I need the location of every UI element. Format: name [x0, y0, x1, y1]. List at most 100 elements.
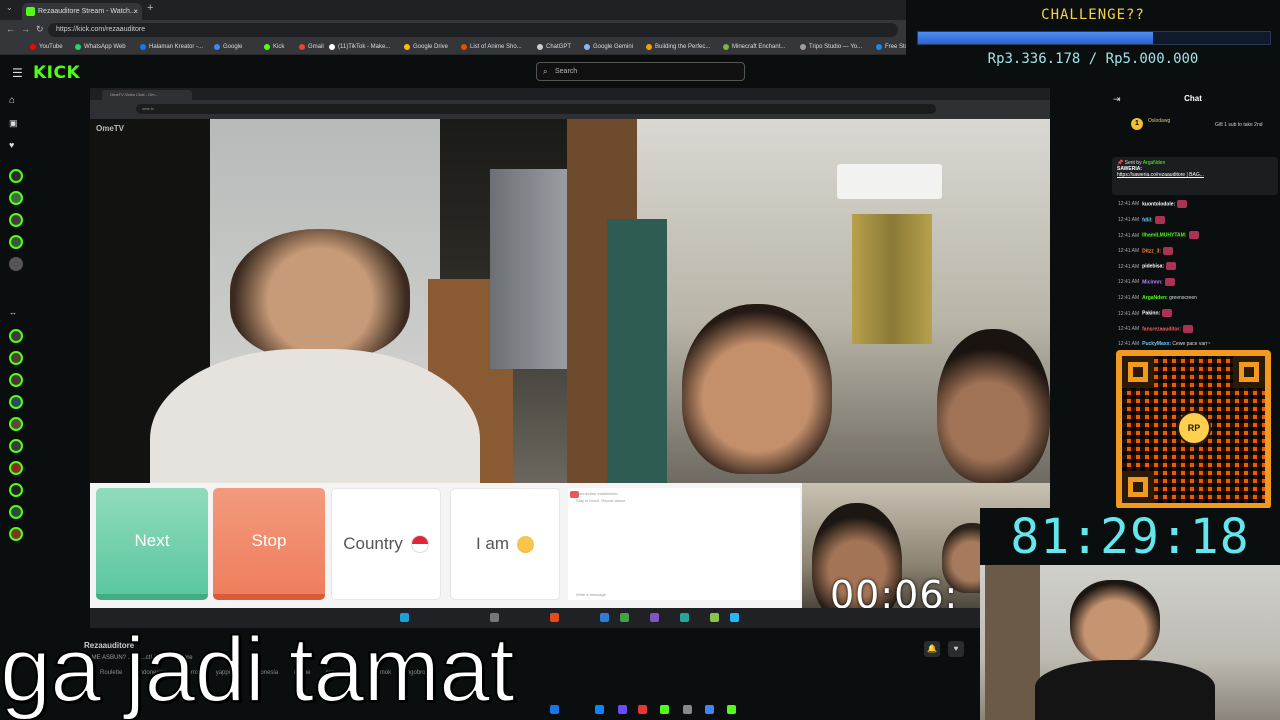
- bookmark-item[interactable]: (11)TikTok - Make...: [329, 42, 390, 52]
- channel-avatar[interactable]: [9, 213, 23, 227]
- bookmark-item[interactable]: Minecraft Enchant...: [723, 42, 785, 52]
- bookmark-item[interactable]: Building the Perfec...: [646, 42, 710, 52]
- inner-browser-tab: OmeTV Video Chat - Om...: [102, 90, 192, 100]
- channel-avatar[interactable]: [9, 373, 23, 387]
- search-input[interactable]: ⌕ Search: [536, 62, 745, 81]
- channel-avatar[interactable]: [9, 395, 23, 409]
- following-icon[interactable]: ♥: [9, 140, 23, 154]
- qr-finder: [1233, 356, 1265, 388]
- app-icon: [730, 613, 739, 622]
- saweria-qr-code: RP: [1116, 350, 1271, 509]
- chat-message-input[interactable]: Write a message: [576, 592, 606, 597]
- channel-avatar[interactable]: [9, 417, 23, 431]
- chat-message: 12:41 AM PuckyMaxx: Cewe pace varr~: [1118, 340, 1210, 348]
- chat-username[interactable]: ArgaNden:: [1142, 295, 1168, 301]
- new-tab-button[interactable]: +: [147, 2, 153, 14]
- channel-avatar[interactable]: [9, 235, 23, 249]
- chat-timestamp: 12:41 AM: [1118, 263, 1140, 270]
- qr-pattern: RP: [1122, 356, 1265, 503]
- tab-search-icon[interactable]: ⌄: [6, 3, 13, 12]
- air-conditioner: [837, 164, 942, 199]
- chat-username[interactable]: PuckyMaxx:: [1142, 341, 1171, 347]
- bookmark-item[interactable]: YouTube: [30, 42, 63, 52]
- screen: { "browser": { "tab_title": "Rezaauditor…: [0, 0, 1280, 720]
- bookmark-item[interactable]: Tripo Studio — Yo...: [800, 42, 862, 52]
- qr-logo: RP: [1177, 411, 1211, 445]
- menu-icon[interactable]: ☰: [12, 66, 23, 80]
- kick-logo[interactable]: KICK: [33, 63, 80, 83]
- bookmark-item[interactable]: Halaman Kreator -...: [140, 42, 203, 52]
- gender-label: I am: [475, 534, 510, 553]
- stranger-video: OmeTV: [90, 119, 567, 483]
- chat-username[interactable]: Ditzz_3:: [1142, 248, 1161, 254]
- chat-timestamp: 12:41 AM: [1118, 294, 1140, 301]
- os-taskbar: [540, 700, 740, 720]
- sub-leaderboard[interactable]: 1 Oslodawg Gift 1 sub to take 2nd: [1131, 118, 1271, 136]
- bookmark-item[interactable]: Google Gemini: [584, 42, 633, 52]
- chat-text: Cewe pace varr~: [1171, 341, 1211, 348]
- bookmark-item[interactable]: Google Drive: [404, 42, 448, 52]
- emote-icon: [1188, 231, 1199, 240]
- chat-message: 12:41 AM Micinnn:: [1118, 278, 1175, 286]
- chat-timestamp: 12:41 AM: [1118, 216, 1140, 223]
- app-icon: [727, 705, 736, 714]
- caption-text: ga jadi tamat: [0, 618, 516, 720]
- face-emoji-icon: [517, 535, 535, 553]
- video-player[interactable]: OmeTV Video Chat - Om... ome.tv OmeTV Ne…: [90, 88, 1050, 628]
- ometv-watermark: OmeTV: [96, 124, 125, 133]
- chat-username[interactable]: fdlil:: [1142, 217, 1153, 223]
- channel-avatar[interactable]: [9, 169, 23, 183]
- bookmark-item[interactable]: ChatGPT: [537, 42, 571, 52]
- chat-username[interactable]: pidebisa:: [1142, 264, 1164, 270]
- chat-message: 12:41 AM kuontolodole:: [1118, 200, 1188, 208]
- channel-avatar[interactable]: [9, 191, 23, 205]
- bookmark-item[interactable]: Kick: [264, 42, 284, 52]
- chat-message: 12:41 AM ArgaNden: greenscreen: [1118, 294, 1197, 302]
- notification-bell-icon[interactable]: 🔔: [924, 641, 940, 657]
- country-label: Country: [343, 534, 403, 553]
- gender-button[interactable]: I am: [450, 488, 560, 600]
- chat-timestamp: 12:41 AM: [1118, 232, 1140, 239]
- channel-avatar[interactable]: [9, 483, 23, 497]
- gift-badge-icon: 1: [1131, 118, 1143, 130]
- tab-close-icon[interactable]: ×: [133, 3, 138, 20]
- browser-tab[interactable]: Rezaauditore Stream - Watch... ×: [22, 3, 142, 20]
- channel-avatar[interactable]: [9, 329, 23, 343]
- channel-avatar[interactable]: [9, 351, 23, 365]
- pinned-message[interactable]: 📌 Sent by ArgaNden SAWERIA: https://sawe…: [1112, 157, 1278, 195]
- peer-friend: [937, 329, 1050, 483]
- search-placeholder: Search: [555, 68, 578, 75]
- channel-avatar[interactable]: [9, 527, 23, 541]
- emote-icon: [1164, 278, 1175, 286]
- home-icon[interactable]: ⌂: [9, 95, 23, 109]
- chat-username[interactable]: kuontolodole:: [1142, 201, 1175, 207]
- pinned-link[interactable]: https://saweria.co/rezaauditore | BAG...: [1117, 172, 1273, 178]
- country-button[interactable]: Country: [331, 488, 441, 600]
- curtain: [490, 169, 567, 369]
- browse-icon[interactable]: ▣: [9, 118, 23, 132]
- bookmark-item[interactable]: WhatsApp Web: [75, 42, 126, 52]
- chat-username[interactable]: IlhamILMUHYTAM:: [1142, 233, 1186, 239]
- channel-avatar[interactable]: [9, 461, 23, 475]
- window-curtain: [852, 214, 932, 344]
- emote-icon: [1183, 324, 1194, 333]
- follow-heart-icon[interactable]: ♥: [948, 641, 964, 657]
- channel-avatar[interactable]: [9, 439, 23, 453]
- chat-username[interactable]: Pakinn:: [1142, 311, 1160, 317]
- bookmark-item[interactable]: Gmail: [299, 42, 324, 52]
- chat-timestamp: 12:41 AM: [1118, 341, 1140, 348]
- stop-button[interactable]: Stop: [213, 488, 325, 600]
- nav-buttons[interactable]: ←→↻: [6, 24, 50, 35]
- url-field[interactable]: https://kick.com/rezaauditore: [48, 23, 898, 37]
- kick-favicon-icon: [26, 7, 35, 16]
- chat-username[interactable]: Micinnn:: [1142, 279, 1163, 285]
- challenge-amount: Rp3.336.178 / Rp5.000.000: [987, 51, 1199, 67]
- bookmark-item[interactable]: Google: [214, 42, 242, 52]
- chat-username[interactable]: fansrezaauditor:: [1142, 326, 1181, 332]
- channel-avatar[interactable]: [9, 505, 23, 519]
- next-button[interactable]: Next: [96, 488, 208, 600]
- channel-avatar[interactable]: [9, 257, 23, 271]
- emote-icon: [1154, 215, 1165, 224]
- subathon-timer: 81:29:18: [980, 508, 1280, 566]
- bookmark-item[interactable]: List of Anime Sho...: [461, 42, 522, 52]
